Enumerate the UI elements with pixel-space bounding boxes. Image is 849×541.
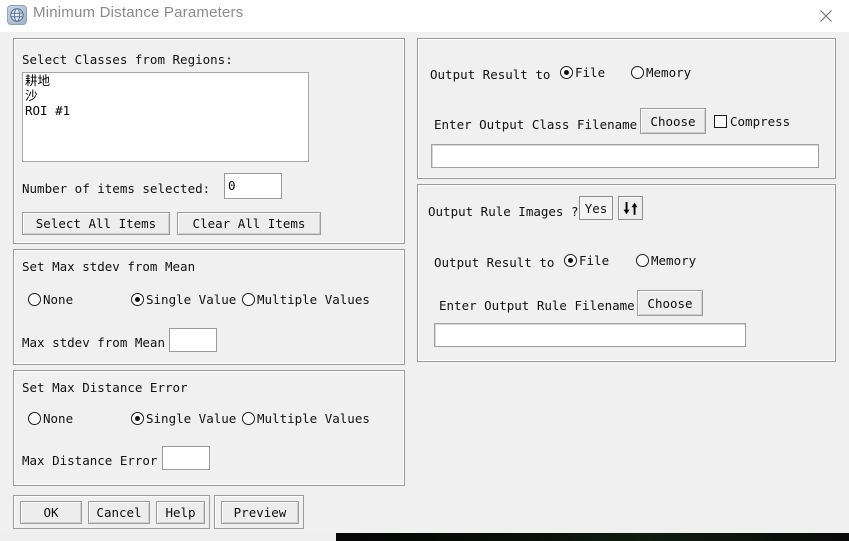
- distance-radio-none[interactable]: None: [28, 411, 73, 426]
- list-item[interactable]: 耕地: [23, 73, 308, 88]
- radio-indicator: [631, 66, 644, 79]
- checkbox-indicator: [714, 115, 727, 128]
- rule-choose-button[interactable]: Choose: [637, 290, 703, 316]
- rule-output-radio-file-label: File: [579, 253, 610, 268]
- radio-indicator: [28, 412, 41, 425]
- distance-radio-none-label: None: [43, 411, 74, 426]
- output-rule-images-value[interactable]: Yes: [579, 196, 613, 220]
- max-stdev-field-label: Max stdev from Mean: [22, 335, 165, 350]
- radio-indicator: [28, 293, 41, 306]
- radio-indicator: [560, 66, 573, 79]
- radio-indicator: [131, 293, 144, 306]
- preview-button[interactable]: Preview: [221, 501, 299, 524]
- max-stdev-input[interactable]: [169, 328, 217, 352]
- stdev-radio-none-label: None: [43, 292, 74, 307]
- minimum-distance-parameters-dialog: Minimum Distance Parameters Select Class…: [0, 0, 849, 533]
- background-bottom-strip: [0, 532, 336, 541]
- classes-listbox[interactable]: 耕地 沙 ROI #1: [22, 72, 309, 162]
- radio-indicator: [636, 254, 649, 267]
- class-output-result-to-label: Output Result to: [430, 67, 551, 82]
- up-down-arrow-icon[interactable]: [618, 196, 643, 220]
- title-bar: Minimum Distance Parameters: [0, 0, 849, 32]
- set-max-stdev-panel: Set Max stdev from Mean None Single Valu…: [13, 249, 405, 365]
- rule-output-radio-memory-label: Memory: [651, 253, 697, 268]
- compress-checkbox[interactable]: Compress: [714, 114, 790, 129]
- stdev-radio-single-value[interactable]: Single Value: [131, 292, 236, 307]
- class-output-radio-memory-label: Memory: [646, 65, 692, 80]
- compress-checkbox-label: Compress: [730, 114, 791, 129]
- rule-output-radio-memory[interactable]: Memory: [636, 253, 696, 268]
- output-rule-images-label: Output Rule Images ?: [428, 204, 579, 219]
- radio-indicator: [242, 293, 255, 306]
- class-output-radio-file-label: File: [575, 65, 606, 80]
- clear-all-items-button[interactable]: Clear All Items: [177, 212, 321, 235]
- select-all-items-button[interactable]: Select All Items: [22, 212, 170, 235]
- stdev-radio-none[interactable]: None: [28, 292, 73, 307]
- class-filename-label: Enter Output Class Filename: [434, 117, 638, 132]
- preview-button-group: Preview: [214, 495, 304, 529]
- rule-output-radio-file[interactable]: File: [564, 253, 609, 268]
- select-classes-label: Select Classes from Regions:: [22, 52, 233, 67]
- stdev-radio-multiple-values-label: Multiple Values: [257, 292, 370, 307]
- rule-filename-input[interactable]: [434, 323, 746, 347]
- class-output-panel: Output Result to File Memory Enter Outpu…: [417, 38, 836, 179]
- window-title: Minimum Distance Parameters: [33, 4, 244, 21]
- class-output-radio-memory[interactable]: Memory: [631, 65, 691, 80]
- rule-output-panel: Output Rule Images ? Yes Output Result t…: [417, 184, 836, 362]
- help-button[interactable]: Help: [156, 501, 205, 524]
- ok-button[interactable]: OK: [20, 501, 82, 524]
- distance-radio-multiple-values[interactable]: Multiple Values: [242, 411, 370, 426]
- distance-radio-single-value[interactable]: Single Value: [131, 411, 236, 426]
- list-item[interactable]: 沙: [23, 88, 308, 103]
- set-max-stdev-title: Set Max stdev from Mean: [22, 259, 196, 274]
- radio-indicator: [131, 412, 144, 425]
- dialog-action-button-group: OK Cancel Help: [13, 495, 210, 529]
- cancel-button[interactable]: Cancel: [88, 501, 150, 524]
- select-classes-panel: Select Classes from Regions: 耕地 沙 ROI #1…: [13, 38, 405, 244]
- class-filename-input[interactable]: [431, 144, 819, 168]
- distance-radio-single-value-label: Single Value: [146, 411, 237, 426]
- max-distance-error-input[interactable]: [162, 446, 210, 470]
- radio-indicator: [242, 412, 255, 425]
- stdev-radio-multiple-values[interactable]: Multiple Values: [242, 292, 370, 307]
- radio-indicator: [564, 254, 577, 267]
- items-selected-label: Number of items selected:: [22, 181, 211, 196]
- distance-radio-multiple-values-label: Multiple Values: [257, 411, 370, 426]
- class-output-radio-file[interactable]: File: [560, 65, 605, 80]
- class-choose-button[interactable]: Choose: [640, 108, 706, 134]
- max-distance-error-field-label: Max Distance Error: [22, 453, 158, 468]
- set-max-distance-error-panel: Set Max Distance Error None Single Value…: [13, 370, 405, 486]
- close-icon[interactable]: [803, 0, 849, 31]
- envi-globe-icon: [7, 5, 27, 25]
- stdev-radio-single-value-label: Single Value: [146, 292, 237, 307]
- list-item[interactable]: ROI #1: [23, 103, 308, 118]
- items-selected-value: 0: [224, 173, 282, 199]
- background-dark-strip: [336, 532, 849, 541]
- rule-filename-label: Enter Output Rule Filename: [439, 298, 635, 313]
- rule-output-result-to-label: Output Result to: [434, 255, 555, 270]
- set-max-distance-error-title: Set Max Distance Error: [22, 380, 188, 395]
